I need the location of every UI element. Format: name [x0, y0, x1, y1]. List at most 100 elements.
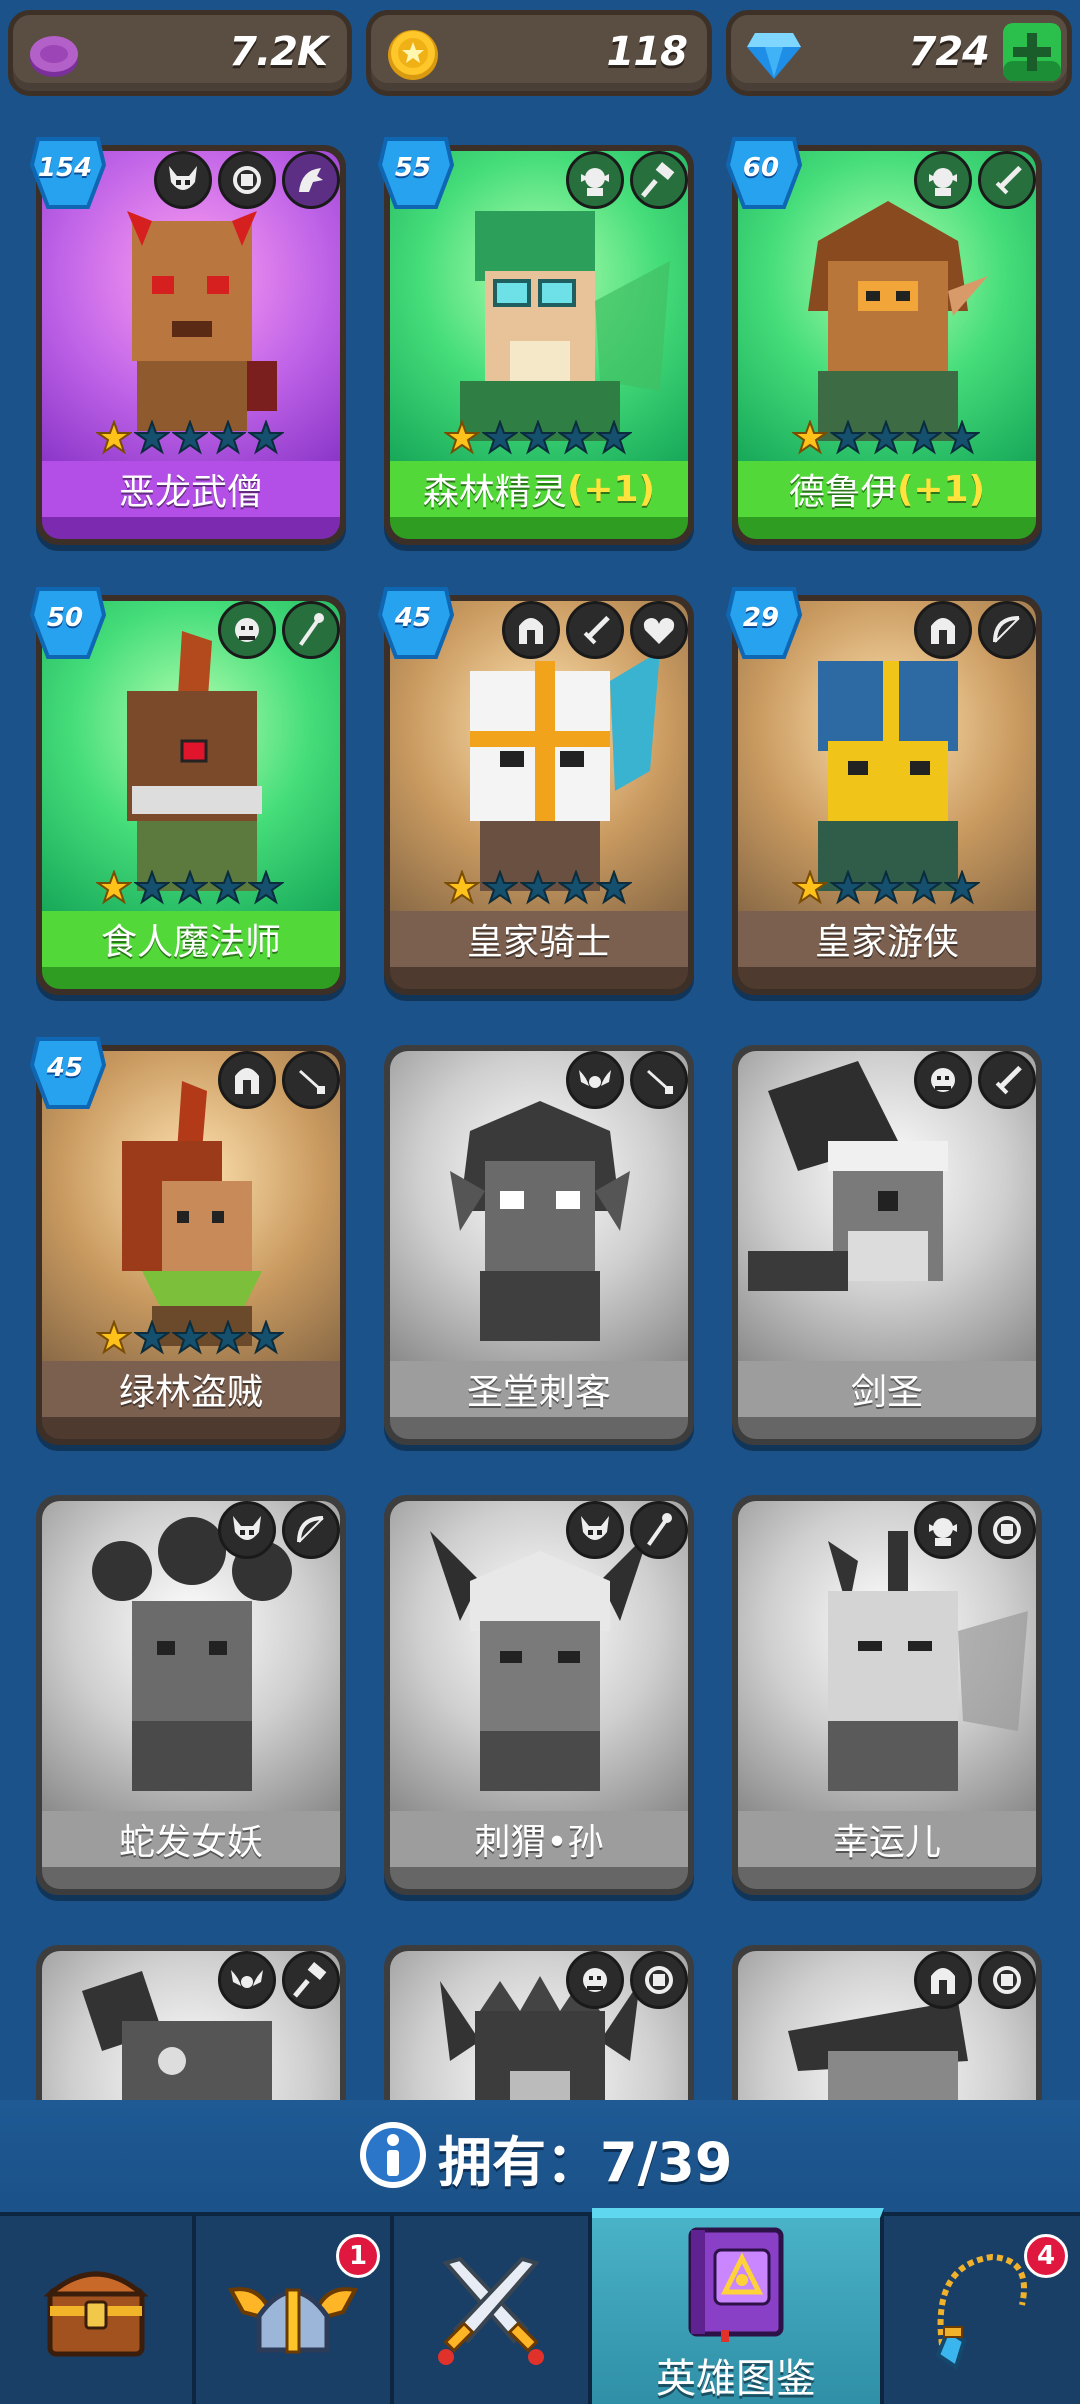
hero-card-locked[interactable]: 蛇发女妖 [36, 1495, 346, 1895]
helmet-class-icon [914, 1951, 972, 2009]
hero-card-locked[interactable]: 刺猬•孙 [384, 1495, 694, 1895]
hero-name: 蛇发女妖 [42, 1811, 340, 1867]
star-rating [792, 870, 980, 906]
level-badge: 50 [28, 585, 108, 665]
crossed-swords-icon [438, 2256, 544, 2365]
hero-grid: 154 恶龙武僧 55 森林精灵 (+1) 60 德鲁伊 (+1) 50 食人魔… [0, 125, 1080, 2110]
diamond-counter[interactable]: 724 [726, 10, 1072, 96]
helmet-class-icon [502, 601, 560, 659]
diamond-value: 724 [908, 29, 990, 75]
currency-bar: 7.2K 118 724 [0, 0, 1080, 120]
equipment-notification-badge: 4 [1024, 2234, 1068, 2278]
level-badge: 45 [28, 1035, 108, 1115]
helmet-class-icon [218, 1051, 276, 1109]
owned-counter: 拥有：7/39 [0, 2100, 1080, 2200]
elf-class-icon [566, 151, 624, 209]
coin-icon [388, 30, 438, 80]
tab-shop[interactable] [0, 2216, 196, 2404]
sword-class-icon [978, 151, 1036, 209]
level-badge: 60 [724, 135, 804, 215]
owned-label: 拥有： [438, 2131, 600, 2194]
demon-class-icon [218, 1501, 276, 1559]
elf-class-icon [914, 151, 972, 209]
purple-gem-counter[interactable]: 7.2K [8, 10, 352, 96]
info-icon[interactable] [358, 2120, 428, 2190]
demon-class-icon [566, 1501, 624, 1559]
fist-class-icon [978, 1501, 1036, 1559]
hero-card[interactable]: 29 皇家游侠 [725, 587, 1042, 995]
winged-class-icon [218, 1951, 276, 2009]
bottom-nav: 1 英雄图鉴 4 [0, 2208, 1080, 2404]
hero-card[interactable]: 50 食人魔法师 [29, 587, 346, 995]
bow-class-icon [282, 1501, 340, 1559]
hero-name: 剑圣 [738, 1361, 1036, 1417]
hammer-class-icon [282, 1951, 340, 2009]
hero-card[interactable]: 154 恶龙武僧 [29, 137, 346, 545]
star-empty-icon [134, 420, 170, 455]
coin-counter[interactable]: 118 [366, 10, 712, 96]
star-rating [444, 420, 632, 456]
add-diamond-button[interactable] [1001, 21, 1063, 83]
diamond-icon [747, 33, 801, 79]
hero-name: 皇家骑士 [390, 911, 688, 967]
sword-class-icon [978, 1051, 1036, 1109]
hero-name: 森林精灵 (+1) [390, 461, 688, 517]
hero-book-icon [688, 2227, 784, 2342]
ogre-class-icon [218, 601, 276, 659]
hero-name: 圣堂刺客 [390, 1361, 688, 1417]
hero-card[interactable]: 60 德鲁伊 (+1) [725, 137, 1042, 545]
hero-card-locked[interactable]: 剑圣 [732, 1045, 1042, 1445]
hero-name: 恶龙武僧 [42, 461, 340, 517]
demon-class-icon [154, 151, 212, 209]
star-filled-icon [96, 420, 132, 455]
heroes-notification-badge: 1 [336, 2234, 380, 2278]
hero-card[interactable]: 45 皇家骑士 [377, 587, 694, 995]
purple-gem-icon [30, 36, 78, 77]
hero-name: 绿林盗贼 [42, 1361, 340, 1417]
star-rating [792, 420, 980, 456]
star-empty-icon [210, 420, 246, 455]
fist-class-icon [978, 1951, 1036, 2009]
dagger-class-icon [630, 1051, 688, 1109]
star-empty-icon [248, 420, 284, 455]
hero-name: 食人魔法师 [42, 911, 340, 967]
hero-card[interactable]: 45 绿林盗贼 [29, 1037, 346, 1445]
star-rating [444, 870, 632, 906]
fist-class-icon [218, 151, 276, 209]
elf-class-icon [914, 1501, 972, 1559]
hero-card-locked[interactable]: 幸运儿 [732, 1495, 1042, 1895]
bow-class-icon [978, 601, 1036, 659]
hero-card-locked[interactable] [36, 1945, 346, 2110]
dagger-class-icon [282, 1051, 340, 1109]
hero-name: 刺猬•孙 [390, 1811, 688, 1867]
star-empty-icon [172, 420, 208, 455]
star-rating [96, 420, 284, 456]
tab-hero-codex-label: 英雄图鉴 [656, 2356, 816, 2402]
heart-class-icon [630, 601, 688, 659]
purple-gem-value: 7.2K [229, 29, 328, 75]
staff-class-icon [282, 601, 340, 659]
star-rating [96, 870, 284, 906]
level-badge: 154 [28, 135, 108, 215]
hero-card-locked[interactable] [384, 1945, 694, 2110]
hero-name: 德鲁伊 (+1) [738, 461, 1036, 517]
tab-hero-codex[interactable]: 英雄图鉴 [592, 2208, 884, 2404]
winged-class-icon [566, 1051, 624, 1109]
hero-card[interactable]: 55 森林精灵 (+1) [377, 137, 694, 545]
helmet-class-icon [914, 601, 972, 659]
hero-name: 皇家游侠 [738, 911, 1036, 967]
tab-heroes[interactable]: 1 [196, 2216, 394, 2404]
ogre-class-icon [566, 1951, 624, 2009]
hammer-class-icon [630, 151, 688, 209]
hero-card-locked[interactable] [732, 1945, 1042, 2110]
staff-class-icon [630, 1501, 688, 1559]
dragon-class-icon [282, 151, 340, 209]
tab-battle[interactable] [394, 2216, 592, 2404]
hero-card-locked[interactable]: 圣堂刺客 [384, 1045, 694, 1445]
level-badge: 29 [724, 585, 804, 665]
amulet-icon [935, 2253, 1027, 2371]
tab-equipment[interactable]: 4 [884, 2216, 1080, 2404]
star-rating [96, 1320, 284, 1356]
coin-value: 118 [606, 29, 688, 75]
treasure-chest-icon [43, 2271, 149, 2357]
